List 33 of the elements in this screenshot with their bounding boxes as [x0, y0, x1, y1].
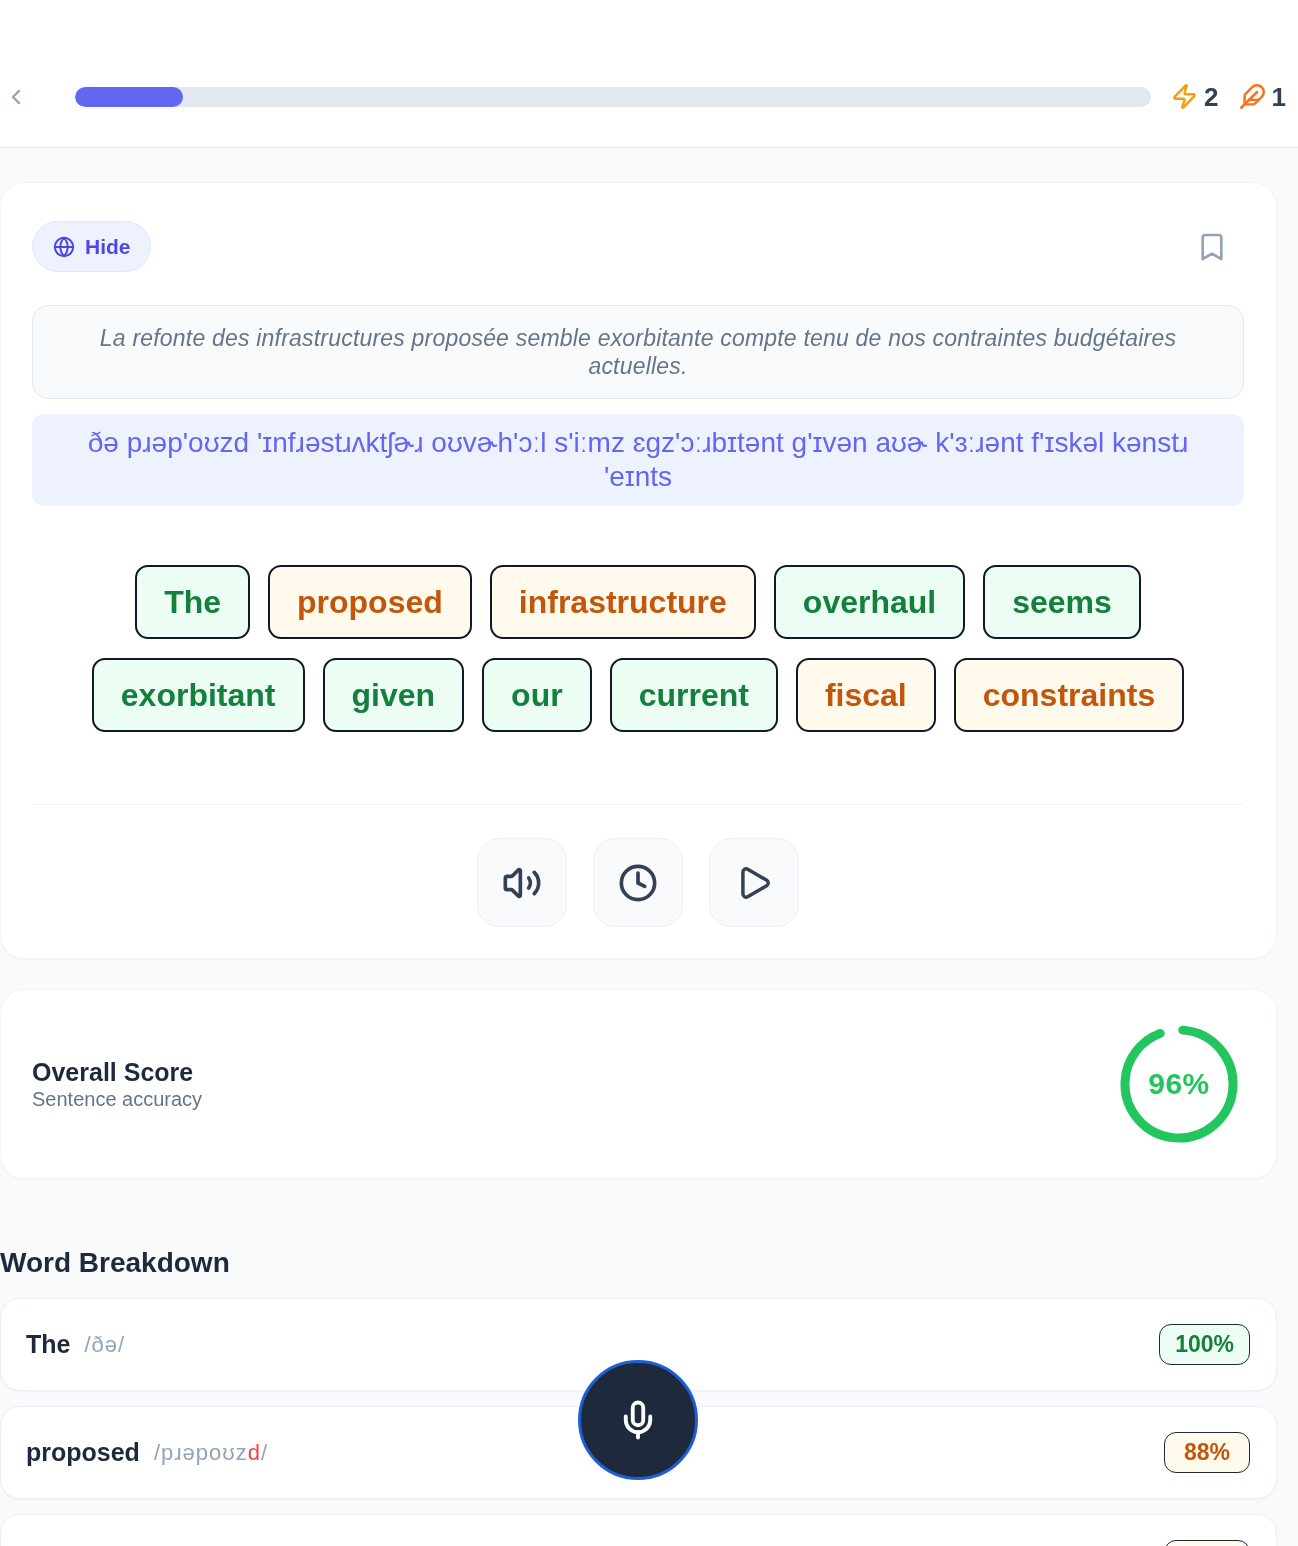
word-chip[interactable]: proposed [268, 565, 472, 639]
globe-icon [53, 235, 75, 258]
word-chip[interactable]: our [482, 658, 592, 732]
section-heading: Word Breakdown [0, 1246, 231, 1280]
word-chip[interactable]: fiscal [795, 658, 936, 732]
score-subtitle: Sentence accuracy [32, 1087, 203, 1112]
feather-icon [1238, 83, 1266, 110]
word-ipa: /ðə/ [84, 1331, 126, 1358]
word-chip[interactable]: exorbitant [91, 658, 305, 732]
history-button[interactable] [593, 838, 683, 927]
word-chip[interactable]: constraints [953, 658, 1185, 732]
score-value: 96% [1148, 1067, 1210, 1101]
word-chip[interactable]: given [322, 658, 465, 732]
word-chip[interactable]: current [609, 658, 778, 732]
play-button[interactable] [709, 838, 799, 927]
word-chip[interactable]: infrastructure [489, 565, 756, 639]
ipa-transcription: ðə pɹəp'oʊzd 'ɪnfɹəstɹʌktʃɚɹ oʊvɚh'ɔːl s'iːmz ɛɡz'ɔːɹbɪtənt ɡ'ɪvən aʊɚ k'ɜːɹənt f'ɪskəl kənstɹ 'eɪnts [32, 414, 1244, 506]
word-ipa: /pɹəpoʊzd/ [153, 1439, 269, 1466]
word-label: proposed [26, 1438, 140, 1467]
score-badge: 100% [1159, 1324, 1250, 1365]
stat-count: 1 [1271, 81, 1286, 112]
speaker-button[interactable] [477, 838, 567, 927]
translation-text: La refonte des infrastructures proposée semble exorbitante compte tenu de nos contraintes budgétaires actuelles. [32, 305, 1244, 399]
clock-icon [618, 862, 658, 903]
score-badge: 88% [1164, 1432, 1250, 1473]
word-chip[interactable]: overhaul [773, 565, 966, 639]
score-title: Overall Score [32, 1058, 195, 1086]
word-label: The [26, 1330, 71, 1359]
word-chip[interactable]: The [135, 565, 250, 639]
hide-translation-button[interactable]: Hide [32, 221, 151, 272]
lightning-icon [1171, 83, 1199, 110]
stat-count: 2 [1204, 81, 1219, 112]
word-chip[interactable]: seems [983, 565, 1141, 639]
